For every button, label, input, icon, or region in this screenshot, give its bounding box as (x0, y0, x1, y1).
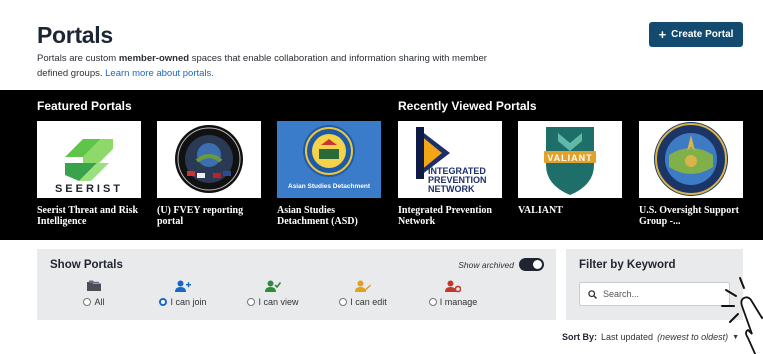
show-archived-control[interactable]: Show archived (458, 258, 544, 271)
sort-by-control[interactable]: Sort By: Last updated (newest to oldest)… (562, 332, 739, 342)
portal-tile-valiant[interactable]: VALIANT VALIANT (518, 121, 622, 216)
portal-thumbnail[interactable]: Asian Studies Detachment (277, 121, 381, 198)
portal-thumbnail[interactable] (157, 121, 261, 198)
radio-i-can-edit[interactable] (339, 298, 348, 306)
page-description: Portals are custom member-owned spaces t… (37, 51, 517, 81)
sort-by-label: Sort By: (562, 332, 598, 342)
filter-by-keyword-title: Filter by Keyword (579, 259, 676, 271)
option-label: All (94, 297, 105, 307)
filter-by-keyword-panel: Filter by Keyword (566, 249, 743, 320)
recent-portals-heading: Recently Viewed Portals (398, 99, 537, 113)
description-bold: member-owned (118, 53, 190, 64)
user-plus-icon (175, 280, 191, 292)
seerist-logo-text: SEERIST (54, 183, 124, 195)
show-archived-toggle[interactable] (519, 258, 544, 271)
page-header: Portals Portals are custom member-owned … (37, 22, 743, 82)
portal-thumbnail[interactable] (639, 121, 743, 198)
portal-title[interactable]: Integrated Prevention Network (398, 205, 502, 227)
portal-thumbnail[interactable]: INTEGRATED PREVENTION NETWORK (398, 121, 502, 198)
radio-i-can-join[interactable] (159, 298, 168, 306)
portal-title[interactable]: U.S. Oversight Support Group -... (639, 205, 743, 227)
plus-icon: + (658, 26, 667, 42)
radio-i-manage[interactable] (428, 298, 437, 306)
valiant-logo-text: VALIANT (547, 153, 593, 163)
create-portal-button[interactable]: + Create Portal (649, 22, 743, 47)
search-icon (588, 289, 597, 299)
portal-tile-asian-studies[interactable]: Asian Studies Detachment Asian Studies D… (277, 121, 381, 227)
sort-by-detail: (newest to oldest) (657, 332, 729, 342)
option-label: I manage (439, 297, 478, 307)
option-label: I can join (170, 297, 207, 307)
fvey-seal-icon (175, 125, 243, 193)
page-title: Portals (37, 22, 113, 48)
option-label: I can view (258, 297, 299, 307)
sort-by-value: Last updated (601, 332, 654, 342)
caret-down-icon: ▼ (732, 333, 740, 341)
portal-showcase: Featured Portals Recently Viewed Portals… (0, 90, 763, 240)
learn-more-link[interactable]: Learn more about portals. (105, 68, 214, 79)
filter-option-i-can-view[interactable]: I can view (233, 278, 313, 307)
user-check-icon (265, 280, 281, 292)
show-archived-label: Show archived (458, 259, 514, 270)
user-edit-icon (355, 280, 371, 292)
create-portal-label: Create Portal (671, 29, 734, 40)
portal-tile-ipn[interactable]: INTEGRATED PREVENTION NETWORK Integrated… (398, 121, 502, 227)
radio-i-can-view[interactable] (247, 298, 256, 306)
user-gear-icon (445, 280, 461, 292)
portal-tile-seerist[interactable]: SEERIST Seerist Threat and Risk Intellig… (37, 121, 141, 227)
filter-option-i-manage[interactable]: I manage (413, 278, 493, 307)
filter-option-i-can-edit[interactable]: I can edit (323, 278, 403, 307)
show-portals-title: Show Portals (50, 259, 123, 271)
search-input[interactable] (603, 289, 713, 299)
portal-title[interactable]: Seerist Threat and Risk Intelligence (37, 205, 141, 227)
option-label: I can edit (350, 297, 387, 307)
filter-option-all[interactable]: All (54, 278, 134, 307)
search-box[interactable] (579, 282, 730, 306)
portal-title[interactable]: VALIANT (518, 205, 622, 216)
portal-tile-us-oversight[interactable]: U.S. Oversight Support Group -... (639, 121, 743, 227)
portal-title[interactable]: Asian Studies Detachment (ASD) (277, 205, 381, 227)
portal-thumbnail[interactable]: VALIANT (518, 121, 622, 198)
radio-all[interactable] (83, 298, 92, 306)
indopacom-seal-icon (654, 122, 728, 196)
folder-icon (87, 280, 101, 291)
asd-logo-text: Asian Studies Detachment (288, 183, 370, 190)
filter-option-i-can-join[interactable]: I can join (143, 278, 223, 307)
featured-portals-heading: Featured Portals (37, 99, 132, 113)
description-text: Portals are custom (37, 53, 119, 64)
portal-tile-fvey[interactable]: (U) FVEY reporting portal (157, 121, 261, 227)
portal-thumbnail[interactable]: SEERIST (37, 121, 141, 198)
ipn-logo-text: INTEGRATED PREVENTION NETWORK (428, 166, 487, 194)
portal-title[interactable]: (U) FVEY reporting portal (157, 205, 261, 227)
show-portals-panel: Show Portals Show archived All I can joi… (37, 249, 556, 320)
